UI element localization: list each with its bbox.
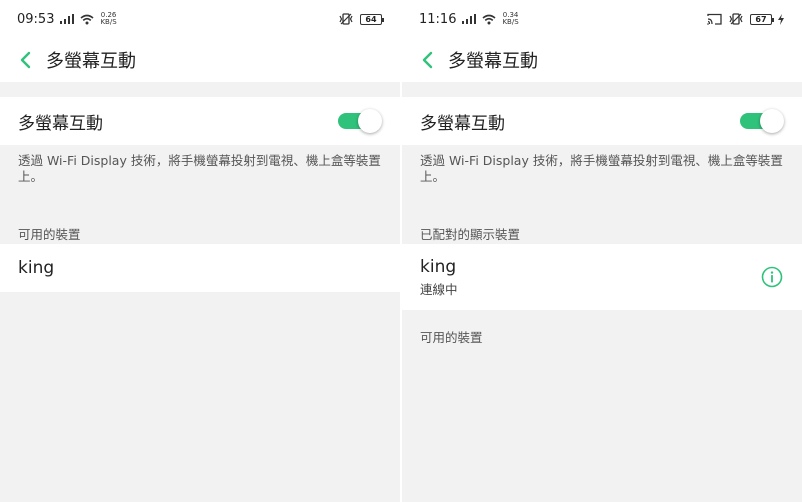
vibrate-icon [728, 13, 744, 25]
battery-indicator: 67 [750, 13, 774, 25]
signal-icon [462, 14, 477, 24]
network-speed-unit: KB/S [100, 18, 117, 26]
wifi-icon [482, 14, 496, 25]
toggle-label: 多螢幕互動 [18, 113, 103, 134]
paired-devices-header: 已配對的顯示裝置 [420, 227, 521, 242]
multi-screen-switch[interactable] [338, 109, 382, 133]
device-status: 連線中 [420, 281, 458, 297]
status-bar: 09:53 0.26 KB/S 64 [0, 0, 400, 38]
toggle-label: 多螢幕互動 [420, 113, 505, 134]
battery-indicator: 64 [360, 13, 384, 25]
status-time: 09:53 [17, 11, 55, 27]
status-left: 11:16 0.34 KB/S [419, 12, 519, 27]
status-right: 67 [707, 13, 784, 25]
screenshot-composite: 09:53 0.26 KB/S 64 多螢幕互動 多螢幕互動 透過 Wi-Fi … [0, 0, 802, 502]
switch-knob [760, 109, 784, 133]
multi-screen-toggle-row[interactable]: 多螢幕互動 [0, 97, 400, 145]
network-speed: 0.34 KB/S [502, 12, 518, 26]
available-devices-header: 可用的裝置 [18, 227, 81, 242]
page-title: 多螢幕互動 [448, 51, 538, 72]
charging-icon [778, 13, 784, 25]
vibrate-icon [338, 13, 354, 25]
status-time: 11:16 [419, 11, 457, 27]
network-speed-unit: KB/S [502, 18, 519, 26]
signal-icon [60, 14, 75, 24]
status-bar: 11:16 0.34 KB/S 67 [402, 0, 802, 38]
page-title: 多螢幕互動 [46, 51, 136, 72]
feature-description: 透過 Wi-Fi Display 技術，將手機螢幕投射到電視、機上盒等裝置上。 [420, 153, 783, 184]
device-text: king 連線中 [420, 257, 458, 298]
wifi-icon [80, 14, 94, 25]
feature-description: 透過 Wi-Fi Display 技術，將手機螢幕投射到電視、機上盒等裝置上。 [18, 153, 381, 184]
app-header: 多螢幕互動 [402, 38, 802, 82]
paired-device-king[interactable]: king 連線中 [402, 244, 802, 310]
available-devices-header: 可用的裝置 [420, 330, 483, 345]
network-speed: 0.26 KB/S [100, 12, 116, 26]
chevron-left-icon[interactable] [14, 45, 36, 75]
device-name: king [18, 258, 55, 278]
device-item-king[interactable]: king [0, 244, 400, 292]
multi-screen-toggle-row[interactable]: 多螢幕互動 [402, 97, 802, 145]
app-header: 多螢幕互動 [0, 38, 400, 82]
status-left: 09:53 0.26 KB/S [17, 12, 117, 27]
device-name: king [420, 256, 457, 277]
cast-icon [707, 13, 722, 25]
switch-knob [358, 109, 382, 133]
multi-screen-switch[interactable] [740, 109, 784, 133]
info-icon[interactable] [760, 265, 784, 289]
status-right: 64 [338, 13, 384, 25]
right-screen: 11:16 0.34 KB/S 67 多螢幕互動 多螢幕互動 透過 Wi-Fi … [402, 0, 802, 502]
chevron-left-icon[interactable] [416, 45, 438, 75]
left-screen: 09:53 0.26 KB/S 64 多螢幕互動 多螢幕互動 透過 Wi-Fi … [0, 0, 400, 502]
